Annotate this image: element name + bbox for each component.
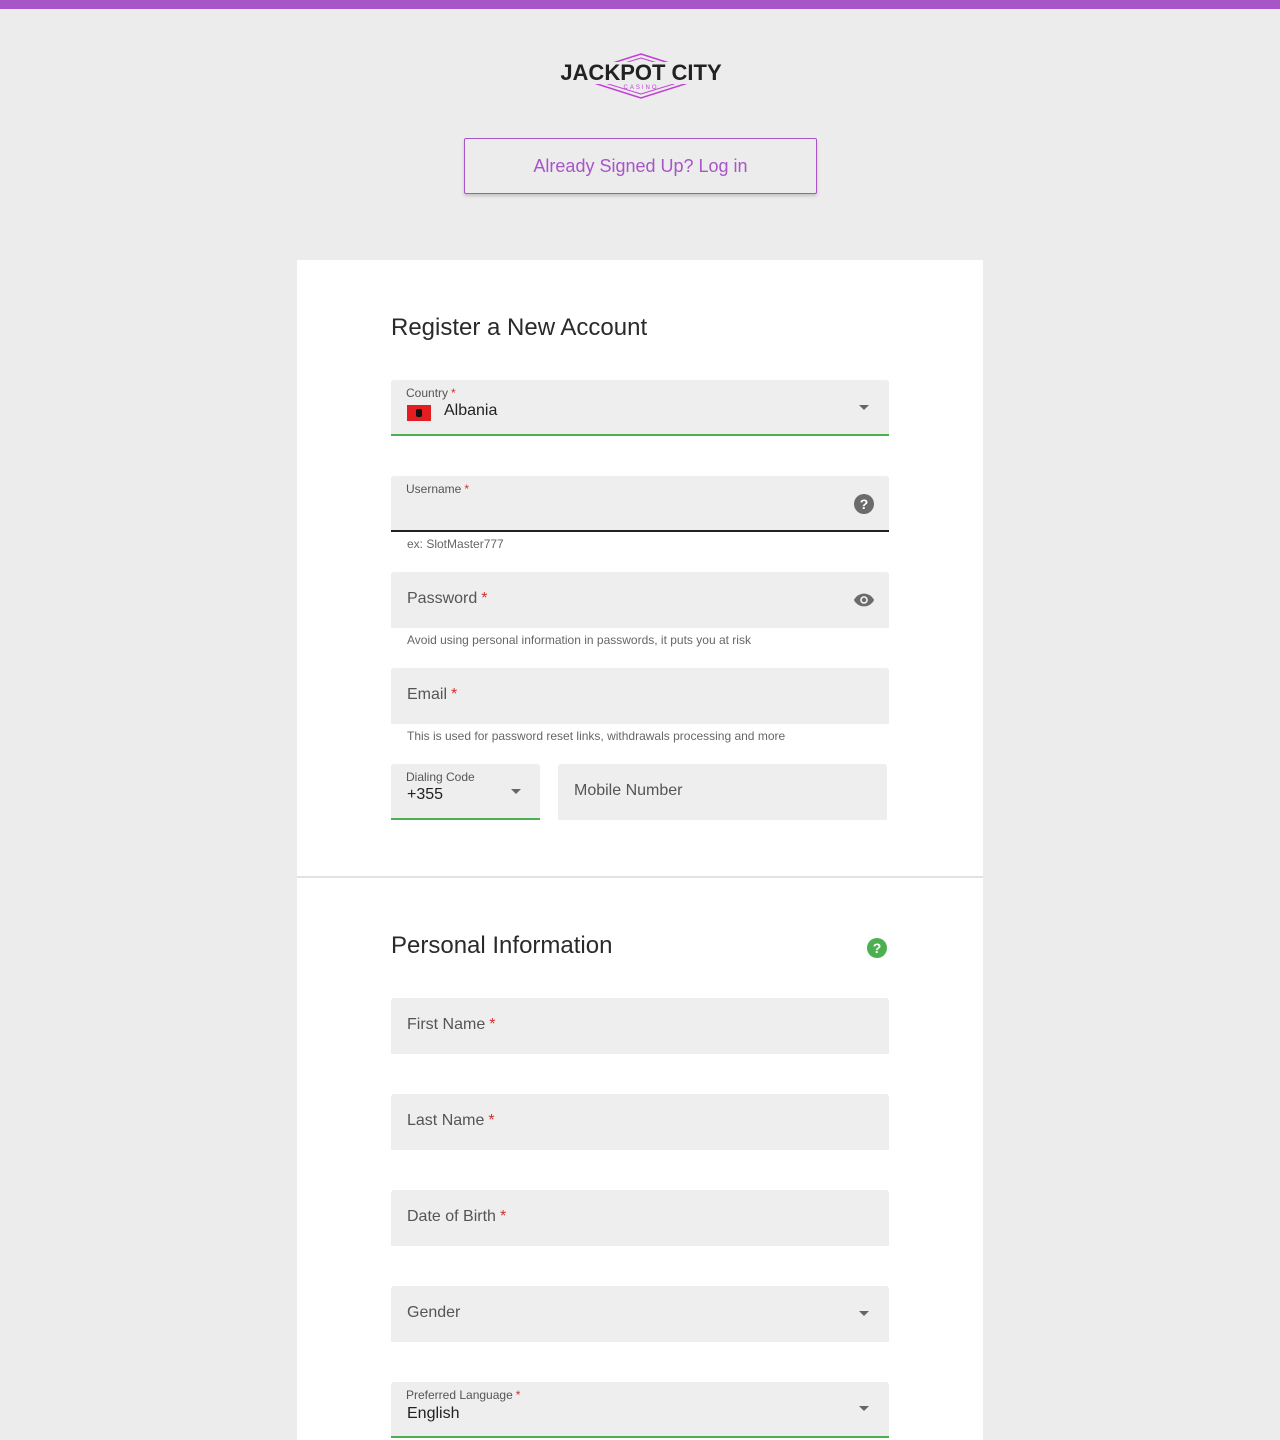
country-label: Country * (406, 386, 456, 400)
logo-subtext: CASINO (623, 85, 658, 91)
preferred-language-select[interactable]: Preferred Language * English (391, 1382, 889, 1438)
email-label: Email * (407, 686, 458, 703)
gender-select[interactable]: Gender (391, 1286, 889, 1342)
first-name-label: First Name * (407, 1016, 496, 1033)
chevron-down-icon (859, 405, 869, 410)
dialing-code-label: Dialing Code (406, 770, 475, 784)
gender-label: Gender (407, 1304, 461, 1321)
chevron-down-icon (511, 789, 521, 794)
preferred-language-value: English (407, 1405, 460, 1422)
logo-text: JACKPOT CITY (560, 60, 722, 85)
jackpot-city-logo[interactable]: JACKPOT CITY CASINO (560, 52, 722, 100)
login-button[interactable]: Already Signed Up? Log in (464, 138, 817, 194)
last-name-field[interactable]: Last Name * (391, 1094, 889, 1150)
help-icon[interactable]: ? (866, 937, 888, 959)
mobile-number-field[interactable]: Mobile Number (558, 764, 887, 820)
password-field[interactable]: Password * (391, 572, 889, 628)
username-label: Username * (406, 482, 470, 496)
svg-text:?: ? (860, 496, 869, 512)
registration-card: Register a New Account Country * Albania … (297, 260, 983, 1440)
svg-text:?: ? (873, 940, 882, 956)
date-of-birth-label: Date of Birth * (407, 1208, 507, 1225)
username-field[interactable]: Username * ? (391, 476, 889, 532)
section-divider (297, 876, 983, 878)
password-helper: Avoid using personal information in pass… (407, 633, 751, 647)
date-of-birth-field[interactable]: Date of Birth * (391, 1190, 889, 1246)
register-title: Register a New Account (391, 314, 648, 341)
mobile-number-placeholder: Mobile Number (574, 782, 683, 799)
personal-info-title: Personal Information (391, 932, 613, 959)
country-select[interactable]: Country * Albania (391, 380, 889, 436)
eye-icon[interactable] (853, 589, 875, 611)
help-icon[interactable]: ? (853, 493, 875, 515)
country-value: Albania (444, 402, 498, 419)
email-field[interactable]: Email * (391, 668, 889, 724)
password-label: Password * (407, 590, 488, 607)
first-name-field[interactable]: First Name * (391, 998, 889, 1054)
albania-flag-icon (407, 405, 431, 421)
last-name-label: Last Name * (407, 1112, 495, 1129)
top-accent-bar (0, 0, 1280, 9)
username-helper: ex: SlotMaster777 (407, 537, 504, 551)
chevron-down-icon (859, 1311, 869, 1316)
email-helper: This is used for password reset links, w… (407, 729, 786, 743)
dialing-code-select[interactable]: Dialing Code +355 (391, 764, 540, 820)
chevron-down-icon (859, 1406, 869, 1411)
dialing-code-value: +355 (407, 786, 444, 803)
preferred-language-label: Preferred Language * (406, 1388, 521, 1402)
